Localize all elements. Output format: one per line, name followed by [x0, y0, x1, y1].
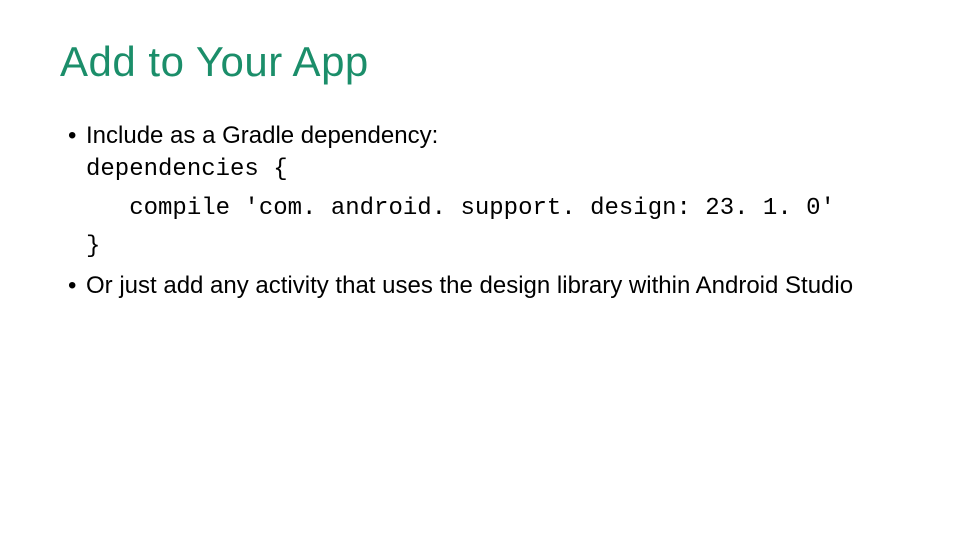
slide-body: Include as a Gradle dependency: dependen… [60, 120, 900, 302]
code-line-open: dependencies { [86, 154, 900, 186]
bullet-android-studio: Or just add any activity that uses the d… [86, 270, 900, 302]
bullet-gradle-dependency: Include as a Gradle dependency: [86, 120, 900, 152]
slide-title: Add to Your App [60, 38, 900, 86]
slide: Add to Your App Include as a Gradle depe… [0, 0, 960, 540]
code-line-close: } [86, 231, 900, 263]
code-line-compile: compile 'com. android. support. design: … [86, 193, 900, 225]
